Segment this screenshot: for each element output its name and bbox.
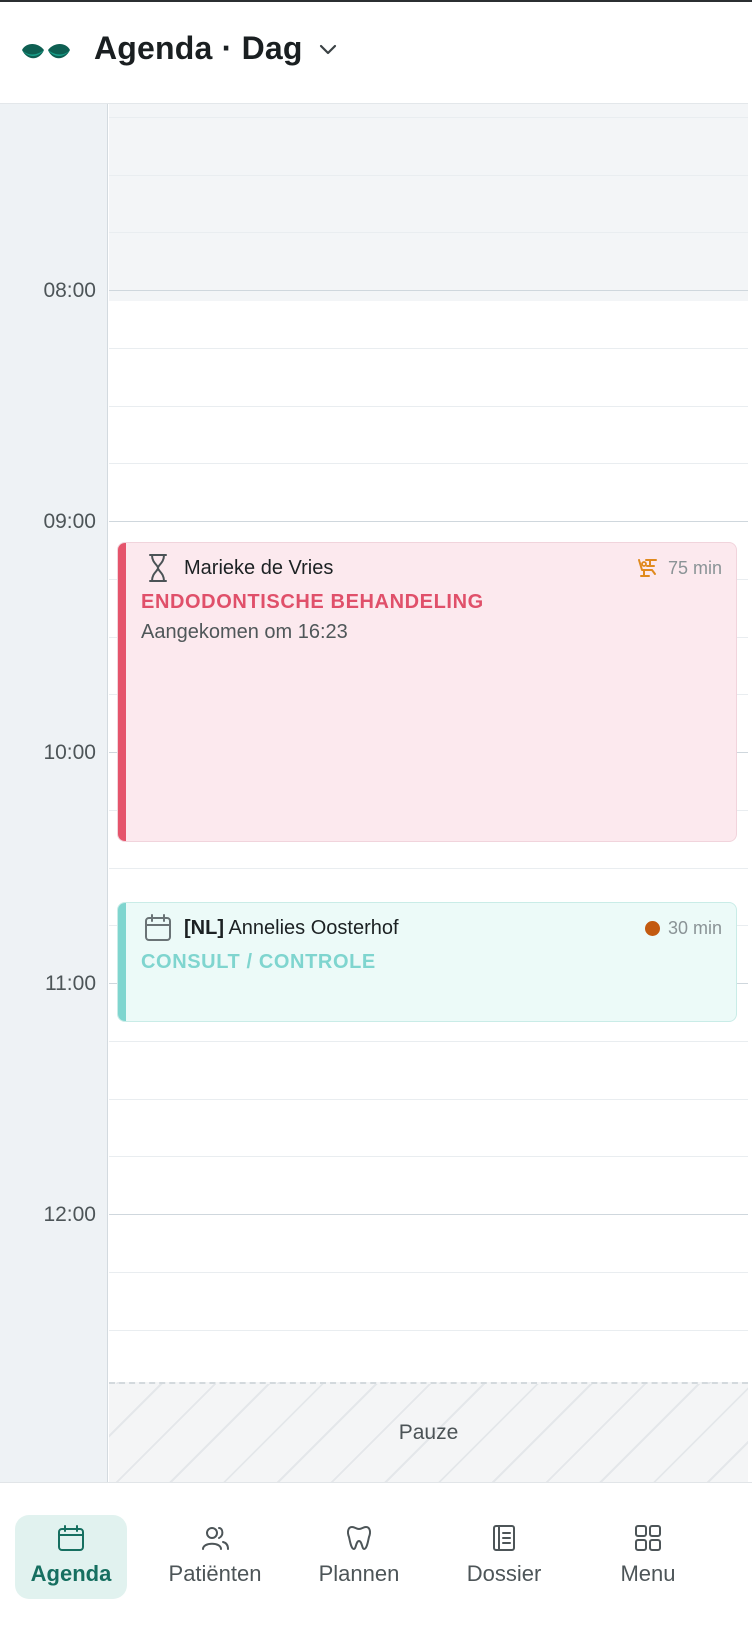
grid-line-hour [109, 521, 748, 522]
grid-line [109, 868, 748, 869]
app-header: Agenda · Dag [0, 2, 748, 104]
nav-dossier[interactable]: Dossier [448, 1515, 560, 1599]
grid-line [109, 1272, 748, 1273]
appointment-header: [NL] Annelies Oosterhof 30 min [144, 913, 722, 943]
time-column: 08:00 09:00 10:00 11:00 12:00 [0, 104, 108, 1482]
pause-label: Pauze [398, 1421, 459, 1444]
nav-patienten[interactable]: Patiënten [159, 1515, 271, 1599]
appointment-header: Marieke de Vries 75 min [144, 553, 722, 583]
time-label-0800: 08:00 [43, 279, 96, 302]
appointment-meta: 30 min [644, 917, 722, 939]
nav-label: Menu [620, 1561, 676, 1586]
pause-block[interactable]: Pauze [109, 1382, 748, 1482]
appointment-card[interactable]: [NL] Annelies Oosterhof 30 min CONSULT /… [117, 902, 737, 1022]
nav-plannen[interactable]: Plannen [303, 1515, 415, 1599]
arrival-status: Aangekomen om 16:23 [141, 621, 348, 643]
grid-line-hour [109, 290, 748, 291]
calendar-grid[interactable]: Marieke de Vries 75 min ENDODONTISCHE BE… [109, 104, 748, 1482]
dental-chair-icon [637, 559, 657, 577]
grid-line [109, 1041, 748, 1042]
view-switcher[interactable]: Agenda · Dag [94, 30, 339, 67]
notebook-icon [493, 1525, 515, 1551]
time-label-1100: 11:00 [45, 972, 96, 995]
nav-agenda[interactable]: Agenda [15, 1515, 127, 1599]
language-tag: [NL] [184, 916, 224, 939]
nav-label: Plannen [318, 1561, 400, 1586]
users-icon [202, 1527, 229, 1550]
appointment-duration: 75 min [667, 557, 722, 578]
brand-logo-icon [22, 44, 70, 59]
patient-name: Marieke de Vries [184, 556, 334, 579]
chevron-down-icon [319, 44, 336, 54]
time-label-1200: 12:00 [43, 1203, 96, 1226]
grid-line [109, 1330, 748, 1331]
calendar-icon [145, 914, 171, 941]
nav-label: Agenda [30, 1561, 112, 1586]
appointment-meta: 75 min [636, 556, 722, 580]
app-root: Agenda · Dag 08:00 09:00 10:00 11:00 12:… [0, 0, 752, 1628]
grid-line [109, 232, 748, 233]
bottom-navigation: Agenda Patiënten Plannen Dossier Menu [0, 1482, 752, 1628]
grid-line-hour [109, 1214, 748, 1215]
time-label-0900: 09:00 [43, 510, 96, 533]
appointment-card[interactable]: Marieke de Vries 75 min ENDODONTISCHE BE… [117, 542, 737, 842]
patient-name-line: [NL] Annelies Oosterhof [184, 917, 399, 940]
grid-icon [635, 1525, 661, 1551]
appointment-color-bar [118, 903, 126, 1021]
hourglass-icon [149, 554, 167, 582]
nav-label: Patiënten [168, 1561, 262, 1586]
grid-line [109, 1099, 748, 1100]
day-calendar: 08:00 09:00 10:00 11:00 12:00 Marieke de… [0, 104, 748, 1482]
treatment-type: ENDODONTISCHE BEHANDELING [141, 591, 484, 613]
page-title: Agenda · Dag [94, 30, 303, 66]
tooth-icon [347, 1526, 371, 1550]
grid-line [109, 175, 748, 176]
appointment-color-bar [118, 543, 126, 841]
nav-menu[interactable]: Menu [592, 1515, 704, 1599]
grid-line [109, 117, 748, 118]
grid-line [109, 1156, 748, 1157]
grid-line [109, 406, 748, 407]
grid-line [109, 348, 748, 349]
nav-label: Dossier [466, 1561, 542, 1586]
off-hours-region [109, 104, 748, 301]
grid-line [109, 463, 748, 464]
status-dot [644, 920, 660, 936]
patient-name: Annelies Oosterhof [228, 916, 399, 939]
time-label-1000: 10:00 [43, 741, 96, 764]
calendar-icon [58, 1525, 84, 1551]
appointment-duration: 30 min [667, 917, 722, 938]
treatment-type: CONSULT / CONTROLE [141, 951, 376, 973]
